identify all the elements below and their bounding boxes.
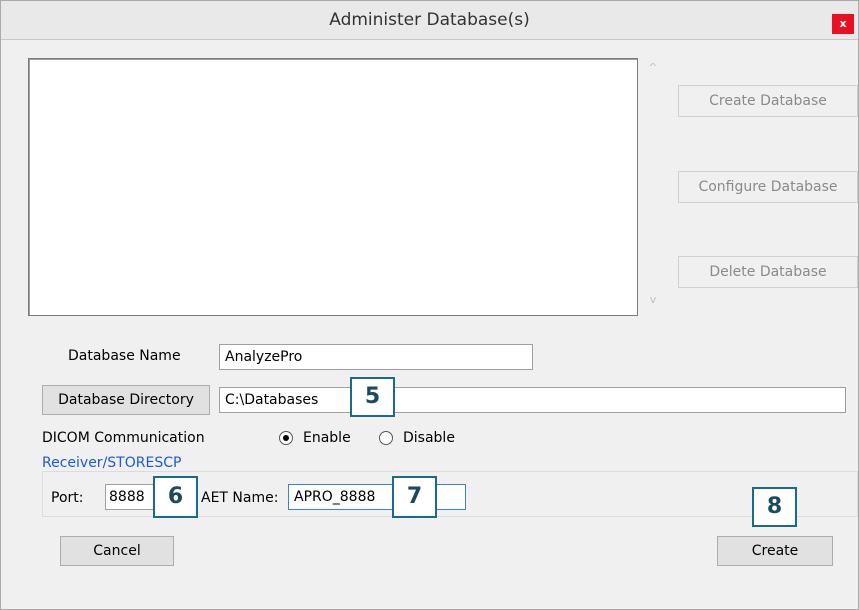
database-name-field[interactable]: AnalyzePro <box>219 344 533 370</box>
callout-8: 8 <box>752 487 797 527</box>
callout-6: 6 <box>153 476 198 518</box>
database-list[interactable] <box>28 58 638 316</box>
chevron-up-icon[interactable]: ^ <box>646 61 660 75</box>
create-database-button[interactable]: Create Database <box>678 85 858 117</box>
callout-5: 5 <box>350 377 395 417</box>
dicom-communication-label: DICOM Communication <box>42 430 205 446</box>
port-field[interactable]: 8888 <box>105 484 157 510</box>
callout-7: 7 <box>392 476 437 518</box>
port-label: Port: <box>51 490 84 506</box>
enable-label: Enable <box>303 430 351 446</box>
database-directory-button[interactable]: Database Directory <box>42 385 210 415</box>
window-title: Administer Database(s) <box>329 10 530 30</box>
create-button[interactable]: Create <box>717 536 833 566</box>
enable-radio[interactable] <box>279 431 293 445</box>
disable-label: Disable <box>403 430 455 446</box>
cancel-button[interactable]: Cancel <box>60 536 174 566</box>
configure-database-button[interactable]: Configure Database <box>678 171 858 203</box>
close-button[interactable]: x <box>832 14 854 34</box>
delete-database-button[interactable]: Delete Database <box>678 256 858 288</box>
administer-database-dialog: Administer Database(s) x ^ v Create Data… <box>0 0 859 610</box>
database-directory-field[interactable]: C:\Databases <box>219 387 846 413</box>
disable-radio[interactable] <box>379 431 393 445</box>
database-name-label: Database Name <box>68 348 181 364</box>
aet-name-label: AET Name: <box>201 490 279 506</box>
aet-name-field[interactable]: APRO_8888 <box>288 484 466 510</box>
chevron-down-icon[interactable]: v <box>646 293 660 307</box>
title-bar[interactable]: Administer Database(s) x <box>1 1 858 40</box>
receiver-storescp-label: Receiver/STORESCP <box>42 455 182 471</box>
